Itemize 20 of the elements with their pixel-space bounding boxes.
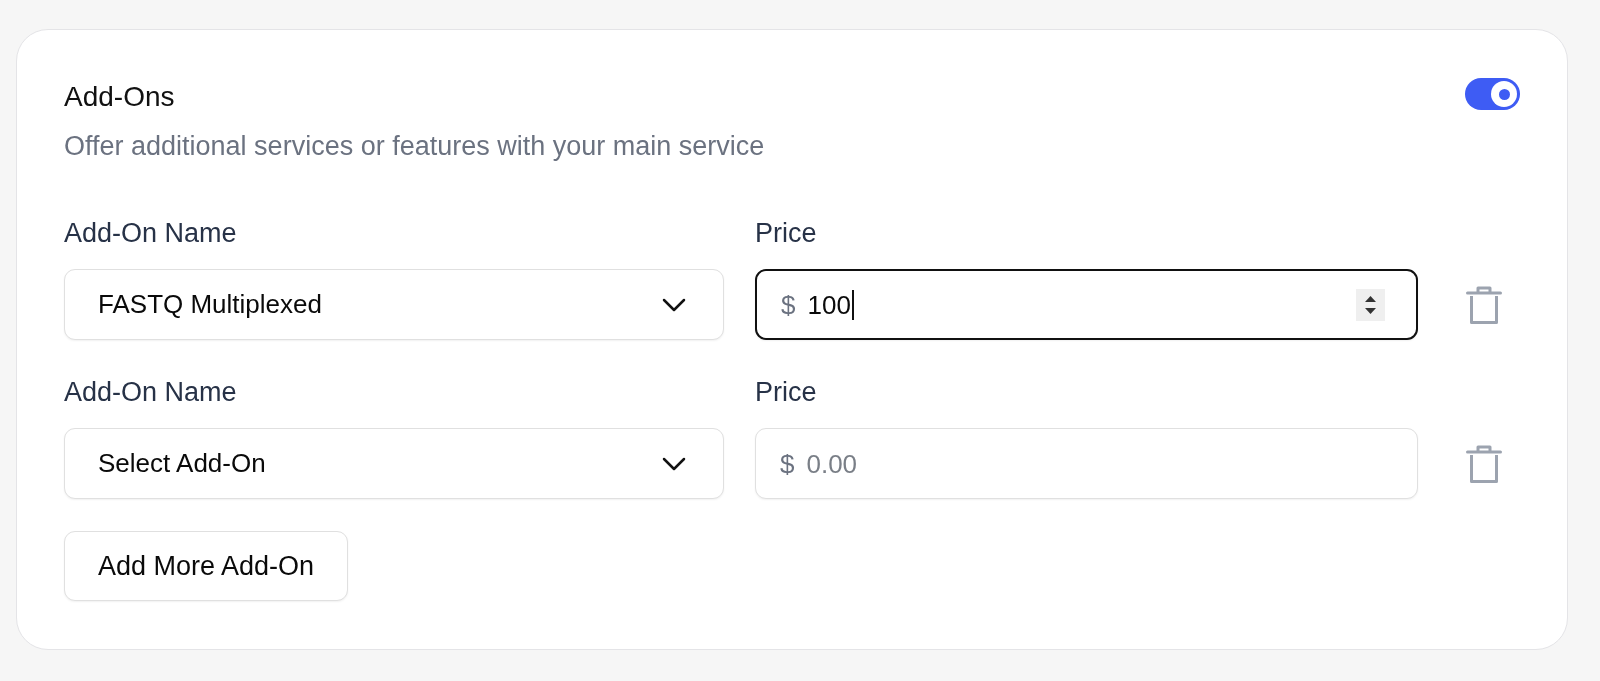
toggle-switch[interactable] xyxy=(1465,78,1520,110)
section-title: Add-Ons xyxy=(64,81,175,113)
price-value: 100 xyxy=(807,288,851,321)
field-label: Add-On Name xyxy=(64,376,237,408)
add-more-button[interactable]: Add More Add-On xyxy=(64,531,349,601)
price-field[interactable]: $ 0.00 xyxy=(755,428,1418,499)
currency-symbol: $ xyxy=(780,447,795,480)
add-on-select[interactable]: FASTQ Multiplexed xyxy=(64,269,724,340)
field-label: Price xyxy=(755,217,817,249)
stepper-arrows-icon[interactable] xyxy=(1356,288,1385,321)
text-cursor xyxy=(851,289,854,320)
section-description: Offer additional services or features with your main service xyxy=(64,130,766,162)
price-placeholder: 0.00 xyxy=(806,447,858,480)
chevron-down-icon xyxy=(662,297,686,312)
field-label: Add-On Name xyxy=(64,217,237,249)
currency-symbol: $ xyxy=(781,288,796,321)
chevron-down-icon xyxy=(662,456,686,471)
field-label: Price xyxy=(755,376,817,408)
add-on-select[interactable]: Select Add-On xyxy=(64,428,724,499)
price-field[interactable]: $ 100 xyxy=(755,269,1418,340)
